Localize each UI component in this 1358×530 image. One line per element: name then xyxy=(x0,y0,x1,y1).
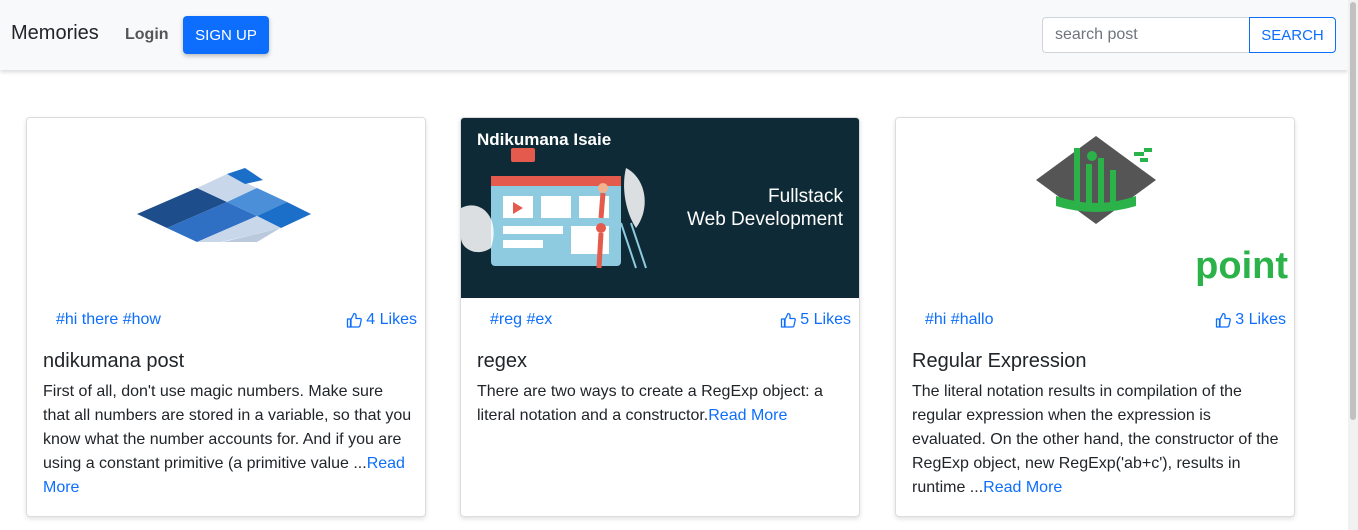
logo-text: point xyxy=(1195,245,1288,287)
likes-count: 3 Likes xyxy=(1235,311,1286,328)
banner-line1: Fullstack xyxy=(768,186,843,207)
banner-line2: Web Development xyxy=(687,209,844,230)
post-tags[interactable]: #hi there #how xyxy=(56,311,161,329)
thumbs-up-icon xyxy=(347,312,363,328)
banner-author: Ndikumana Isaie xyxy=(477,130,611,149)
post-image-logo[interactable]: point xyxy=(896,118,1294,298)
search-button[interactable]: SEARCH xyxy=(1249,17,1336,53)
navbar: Memories Login SIGN UP SEARCH xyxy=(0,0,1348,70)
page-scrollbar[interactable] xyxy=(1348,0,1358,530)
brand-title[interactable]: Memories xyxy=(11,22,99,45)
signup-button[interactable]: SIGN UP xyxy=(183,16,269,54)
post-title: regex xyxy=(477,350,528,372)
login-link[interactable]: Login xyxy=(125,26,169,44)
scrollbar-thumb[interactable] xyxy=(1350,2,1356,420)
post-title: ndikumana post xyxy=(43,350,185,372)
post-excerpt-text: First of all, don't use magic numbers. M… xyxy=(43,383,412,472)
thumbs-up-icon xyxy=(781,312,797,328)
post-tags[interactable]: #reg #ex xyxy=(490,311,552,329)
post-title: Regular Expression xyxy=(912,350,1087,372)
post-card[interactable]: Ndikumana Isaie Fullstack Web Developmen… xyxy=(460,117,860,517)
read-more-link[interactable]: Read More xyxy=(983,479,1062,496)
thumbs-up-icon xyxy=(1216,312,1232,328)
post-image-banner[interactable]: Ndikumana Isaie Fullstack Web Developmen… xyxy=(461,118,859,298)
post-excerpt: First of all, don't use magic numbers. M… xyxy=(43,380,413,500)
post-excerpt: The literal notation results in compilat… xyxy=(912,380,1282,500)
likes-count: 4 Likes xyxy=(366,311,417,328)
post-excerpt: There are two ways to create a RegExp ob… xyxy=(477,380,847,428)
likes-count: 5 Likes xyxy=(800,311,851,328)
post-card[interactable]: #hi there #how 4 Likes ndikumana post Fi… xyxy=(26,117,426,517)
like-button[interactable]: 5 Likes xyxy=(780,311,851,329)
post-tags[interactable]: #hi #hallo xyxy=(925,311,994,329)
like-button[interactable]: 4 Likes xyxy=(346,311,417,329)
like-button[interactable]: 3 Likes xyxy=(1215,311,1286,329)
post-excerpt-text: The literal notation results in compilat… xyxy=(912,383,1279,496)
read-more-link[interactable]: Read More xyxy=(708,407,787,424)
post-image-pyramid[interactable] xyxy=(27,118,425,298)
post-card[interactable]: point #hi #hallo 3 Likes Regular Express… xyxy=(895,117,1295,517)
search-input[interactable] xyxy=(1042,17,1249,53)
